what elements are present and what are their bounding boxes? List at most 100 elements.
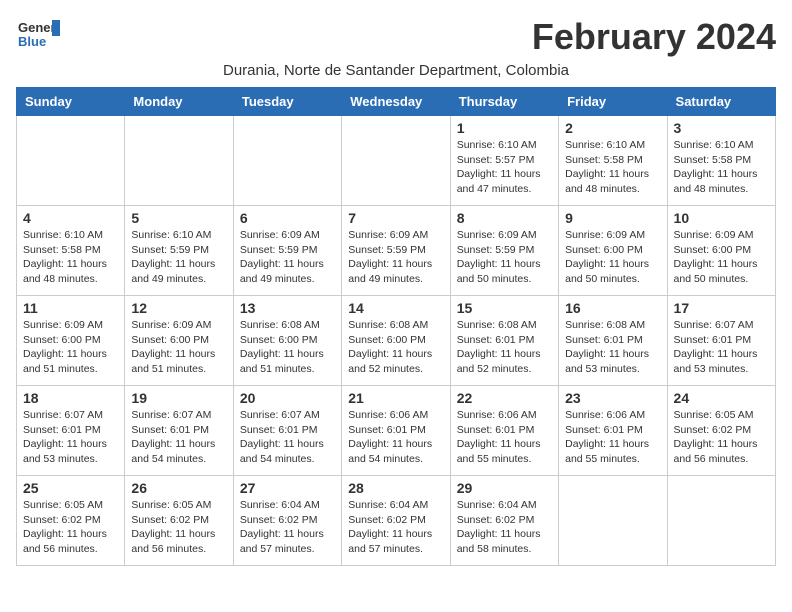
- day-info: Sunrise: 6:10 AM Sunset: 5:58 PM Dayligh…: [674, 138, 769, 197]
- header: General Blue February 2024: [16, 16, 776, 58]
- week-row-1: 1 Sunrise: 6:10 AM Sunset: 5:57 PM Daylig…: [17, 116, 776, 206]
- day-number: 27: [240, 480, 335, 496]
- day-info: Sunrise: 6:06 AM Sunset: 6:01 PM Dayligh…: [565, 408, 660, 467]
- day-info: Sunrise: 6:07 AM Sunset: 6:01 PM Dayligh…: [674, 318, 769, 377]
- empty-cell: [125, 116, 233, 206]
- day-info: Sunrise: 6:10 AM Sunset: 5:57 PM Dayligh…: [457, 138, 552, 197]
- day-info: Sunrise: 6:05 AM Sunset: 6:02 PM Dayligh…: [131, 498, 226, 557]
- day-number: 8: [457, 210, 552, 226]
- day-number: 6: [240, 210, 335, 226]
- day-cell-11: 11 Sunrise: 6:09 AM Sunset: 6:00 PM Dayli…: [17, 296, 125, 386]
- day-info: Sunrise: 6:04 AM Sunset: 6:02 PM Dayligh…: [240, 498, 335, 557]
- day-number: 11: [23, 300, 118, 316]
- day-cell-29: 29 Sunrise: 6:04 AM Sunset: 6:02 PM Dayli…: [450, 476, 558, 566]
- day-number: 9: [565, 210, 660, 226]
- subtitle: Durania, Norte de Santander Department, …: [16, 62, 776, 79]
- day-info: Sunrise: 6:05 AM Sunset: 6:02 PM Dayligh…: [23, 498, 118, 557]
- day-cell-18: 18 Sunrise: 6:07 AM Sunset: 6:01 PM Dayli…: [17, 386, 125, 476]
- day-number: 22: [457, 390, 552, 406]
- day-number: 17: [674, 300, 769, 316]
- day-info: Sunrise: 6:05 AM Sunset: 6:02 PM Dayligh…: [674, 408, 769, 467]
- day-info: Sunrise: 6:08 AM Sunset: 6:01 PM Dayligh…: [457, 318, 552, 377]
- day-cell-14: 14 Sunrise: 6:08 AM Sunset: 6:00 PM Dayli…: [342, 296, 450, 386]
- logo: General Blue: [16, 16, 60, 52]
- day-cell-24: 24 Sunrise: 6:05 AM Sunset: 6:02 PM Dayli…: [667, 386, 775, 476]
- empty-cell: [233, 116, 341, 206]
- day-number: 10: [674, 210, 769, 226]
- empty-cell: [559, 476, 667, 566]
- week-row-2: 4 Sunrise: 6:10 AM Sunset: 5:58 PM Daylig…: [17, 206, 776, 296]
- day-info: Sunrise: 6:10 AM Sunset: 5:58 PM Dayligh…: [23, 228, 118, 287]
- empty-cell: [17, 116, 125, 206]
- day-cell-5: 5 Sunrise: 6:10 AM Sunset: 5:59 PM Daylig…: [125, 206, 233, 296]
- day-cell-9: 9Sunrise: 6:09 AM Sunset: 6:00 PM Daylig…: [559, 206, 667, 296]
- day-cell-22: 22 Sunrise: 6:06 AM Sunset: 6:01 PM Dayli…: [450, 386, 558, 476]
- day-cell-7: 7 Sunrise: 6:09 AM Sunset: 5:59 PM Daylig…: [342, 206, 450, 296]
- week-row-4: 18 Sunrise: 6:07 AM Sunset: 6:01 PM Dayli…: [17, 386, 776, 476]
- day-cell-6: 6 Sunrise: 6:09 AM Sunset: 5:59 PM Daylig…: [233, 206, 341, 296]
- calendar-header-row: SundayMondayTuesdayWednesdayThursdayFrid…: [17, 88, 776, 116]
- day-info: Sunrise: 6:08 AM Sunset: 6:01 PM Dayligh…: [565, 318, 660, 377]
- day-cell-4: 4 Sunrise: 6:10 AM Sunset: 5:58 PM Daylig…: [17, 206, 125, 296]
- day-cell-21: 21Sunrise: 6:06 AM Sunset: 6:01 PM Dayli…: [342, 386, 450, 476]
- week-row-5: 25 Sunrise: 6:05 AM Sunset: 6:02 PM Dayli…: [17, 476, 776, 566]
- day-number: 20: [240, 390, 335, 406]
- day-info: Sunrise: 6:09 AM Sunset: 6:00 PM Dayligh…: [674, 228, 769, 287]
- day-info: Sunrise: 6:09 AM Sunset: 5:59 PM Dayligh…: [457, 228, 552, 287]
- day-info: Sunrise: 6:10 AM Sunset: 5:58 PM Dayligh…: [565, 138, 660, 197]
- day-cell-23: 23 Sunrise: 6:06 AM Sunset: 6:01 PM Dayli…: [559, 386, 667, 476]
- col-header-thursday: Thursday: [450, 88, 558, 116]
- day-number: 1: [457, 120, 552, 136]
- day-info: Sunrise: 6:07 AM Sunset: 6:01 PM Dayligh…: [23, 408, 118, 467]
- day-number: 4: [23, 210, 118, 226]
- svg-text:Blue: Blue: [18, 34, 46, 49]
- day-number: 13: [240, 300, 335, 316]
- day-cell-15: 15 Sunrise: 6:08 AM Sunset: 6:01 PM Dayli…: [450, 296, 558, 386]
- col-header-saturday: Saturday: [667, 88, 775, 116]
- day-info: Sunrise: 6:06 AM Sunset: 6:01 PM Dayligh…: [457, 408, 552, 467]
- day-info: Sunrise: 6:04 AM Sunset: 6:02 PM Dayligh…: [348, 498, 443, 557]
- day-cell-2: 2 Sunrise: 6:10 AM Sunset: 5:58 PM Daylig…: [559, 116, 667, 206]
- day-number: 24: [674, 390, 769, 406]
- day-number: 5: [131, 210, 226, 226]
- day-cell-13: 13Sunrise: 6:08 AM Sunset: 6:00 PM Dayli…: [233, 296, 341, 386]
- day-number: 12: [131, 300, 226, 316]
- day-number: 29: [457, 480, 552, 496]
- col-header-sunday: Sunday: [17, 88, 125, 116]
- calendar: SundayMondayTuesdayWednesdayThursdayFrid…: [16, 87, 776, 566]
- empty-cell: [667, 476, 775, 566]
- day-cell-12: 12 Sunrise: 6:09 AM Sunset: 6:00 PM Dayli…: [125, 296, 233, 386]
- day-cell-10: 10 Sunrise: 6:09 AM Sunset: 6:00 PM Dayli…: [667, 206, 775, 296]
- day-number: 18: [23, 390, 118, 406]
- col-header-monday: Monday: [125, 88, 233, 116]
- col-header-friday: Friday: [559, 88, 667, 116]
- day-number: 2: [565, 120, 660, 136]
- day-cell-20: 20Sunrise: 6:07 AM Sunset: 6:01 PM Dayli…: [233, 386, 341, 476]
- day-cell-27: 27 Sunrise: 6:04 AM Sunset: 6:02 PM Dayli…: [233, 476, 341, 566]
- day-number: 14: [348, 300, 443, 316]
- day-cell-1: 1 Sunrise: 6:10 AM Sunset: 5:57 PM Daylig…: [450, 116, 558, 206]
- day-number: 7: [348, 210, 443, 226]
- day-info: Sunrise: 6:09 AM Sunset: 6:00 PM Dayligh…: [23, 318, 118, 377]
- day-cell-17: 17 Sunrise: 6:07 AM Sunset: 6:01 PM Dayli…: [667, 296, 775, 386]
- day-number: 23: [565, 390, 660, 406]
- day-cell-16: 16Sunrise: 6:08 AM Sunset: 6:01 PM Dayli…: [559, 296, 667, 386]
- day-number: 28: [348, 480, 443, 496]
- month-title: February 2024: [532, 16, 776, 58]
- day-info: Sunrise: 6:09 AM Sunset: 6:00 PM Dayligh…: [131, 318, 226, 377]
- day-info: Sunrise: 6:10 AM Sunset: 5:59 PM Dayligh…: [131, 228, 226, 287]
- day-info: Sunrise: 6:09 AM Sunset: 5:59 PM Dayligh…: [348, 228, 443, 287]
- day-cell-26: 26Sunrise: 6:05 AM Sunset: 6:02 PM Dayli…: [125, 476, 233, 566]
- day-number: 25: [23, 480, 118, 496]
- day-cell-19: 19Sunrise: 6:07 AM Sunset: 6:01 PM Dayli…: [125, 386, 233, 476]
- day-info: Sunrise: 6:08 AM Sunset: 6:00 PM Dayligh…: [348, 318, 443, 377]
- day-cell-3: 3Sunrise: 6:10 AM Sunset: 5:58 PM Daylig…: [667, 116, 775, 206]
- day-info: Sunrise: 6:09 AM Sunset: 5:59 PM Dayligh…: [240, 228, 335, 287]
- day-number: 15: [457, 300, 552, 316]
- day-info: Sunrise: 6:04 AM Sunset: 6:02 PM Dayligh…: [457, 498, 552, 557]
- day-number: 21: [348, 390, 443, 406]
- week-row-3: 11 Sunrise: 6:09 AM Sunset: 6:00 PM Dayli…: [17, 296, 776, 386]
- logo-icon: General Blue: [16, 16, 60, 52]
- day-cell-28: 28 Sunrise: 6:04 AM Sunset: 6:02 PM Dayli…: [342, 476, 450, 566]
- col-header-tuesday: Tuesday: [233, 88, 341, 116]
